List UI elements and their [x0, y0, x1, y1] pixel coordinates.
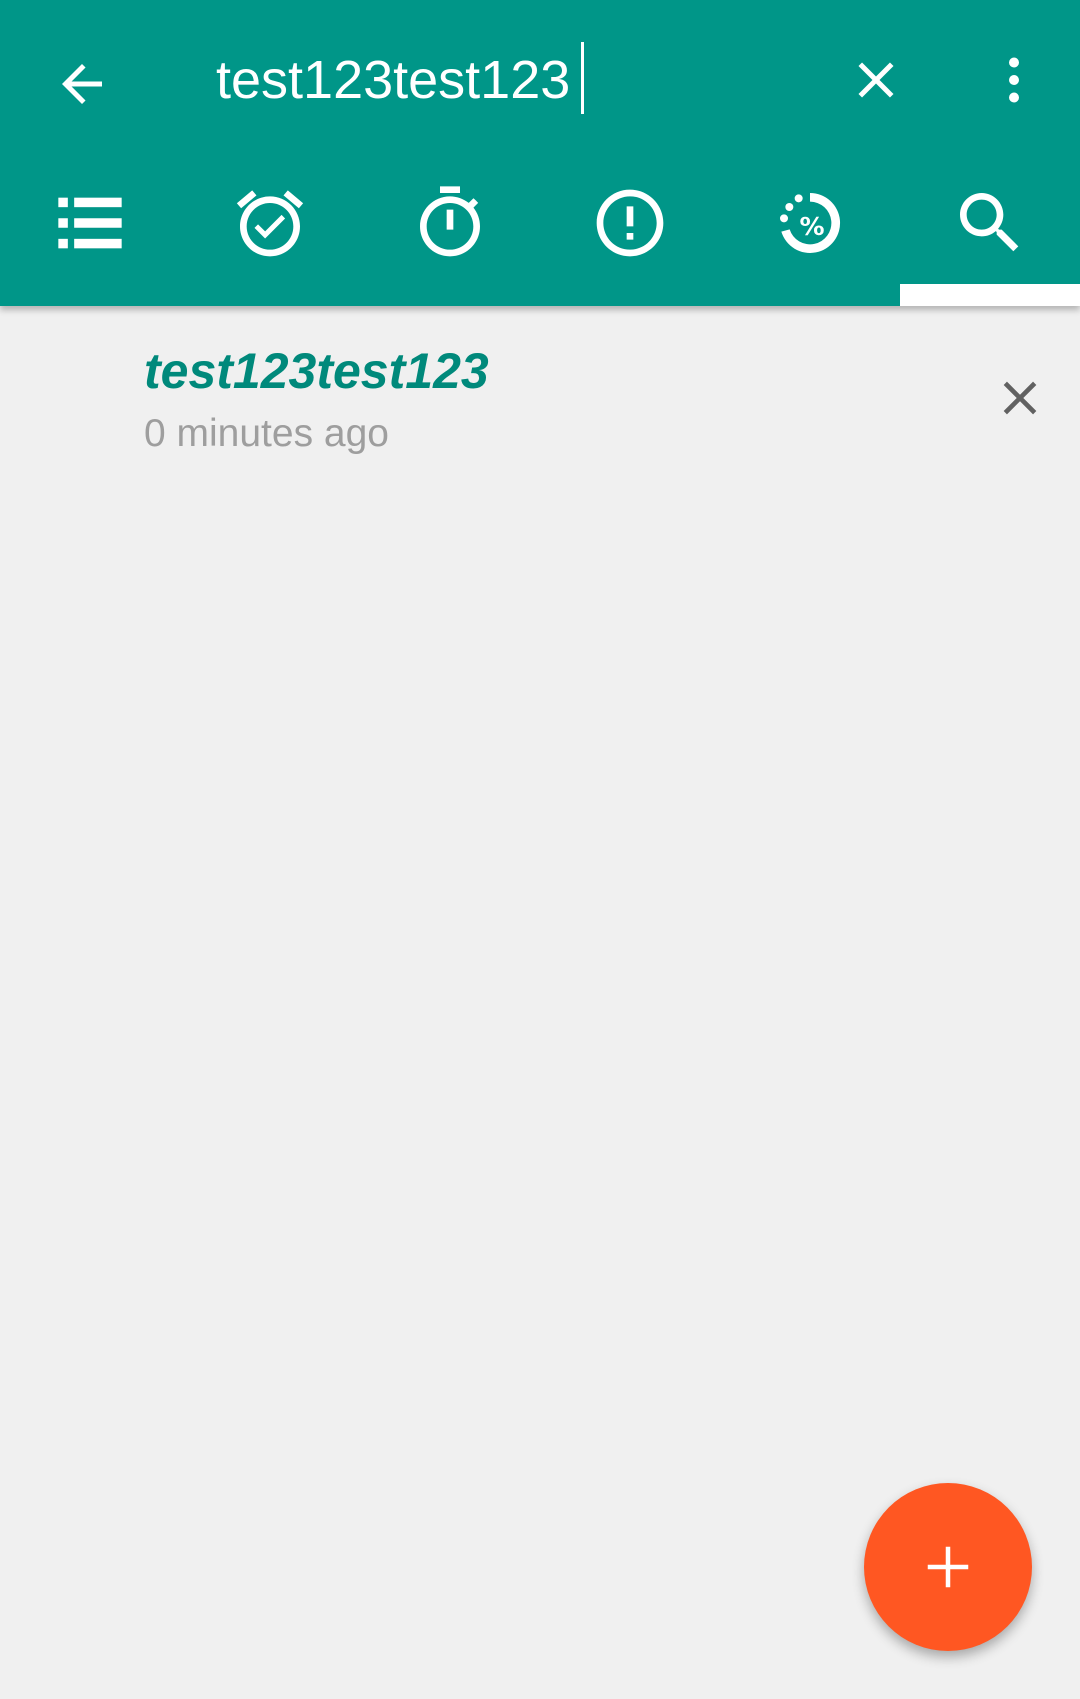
tab-reminders[interactable]: [180, 172, 360, 306]
list-item[interactable]: test123test123 0 minutes ago: [0, 306, 1080, 466]
tab-search[interactable]: [900, 172, 1080, 306]
back-button[interactable]: [34, 36, 130, 132]
result-title: test123test123: [144, 343, 489, 399]
timer-icon: [420, 186, 480, 257]
alarm-check-icon: [236, 190, 304, 257]
search-icon: [960, 193, 1019, 252]
alert-circle-icon: [596, 189, 664, 257]
close-icon: [858, 62, 894, 98]
svg-text:%: %: [799, 212, 824, 241]
plus-icon: [927, 1546, 969, 1588]
tab-all-tasks[interactable]: [0, 172, 180, 306]
filter-tabs: %: [0, 172, 1080, 306]
result-timestamp: 0 minutes ago: [144, 412, 389, 455]
text-cursor: [581, 42, 584, 114]
search-input[interactable]: [216, 40, 776, 120]
more-vertical-icon: [1009, 57, 1019, 103]
remove-result-button[interactable]: [972, 350, 1068, 446]
tab-progress[interactable]: %: [720, 172, 900, 306]
search-toolbar: [0, 0, 1080, 160]
app-bar: %: [0, 0, 1080, 306]
close-icon: [1003, 381, 1037, 415]
arrow-back-icon: [62, 64, 102, 104]
more-options-button[interactable]: [966, 32, 1062, 128]
add-task-fab[interactable]: [864, 1483, 1032, 1651]
progress-percent-icon: %: [780, 192, 841, 253]
tab-timers[interactable]: [360, 172, 540, 306]
clear-search-button[interactable]: [828, 32, 924, 128]
list-icon: [58, 197, 122, 249]
tab-important[interactable]: [540, 172, 720, 306]
